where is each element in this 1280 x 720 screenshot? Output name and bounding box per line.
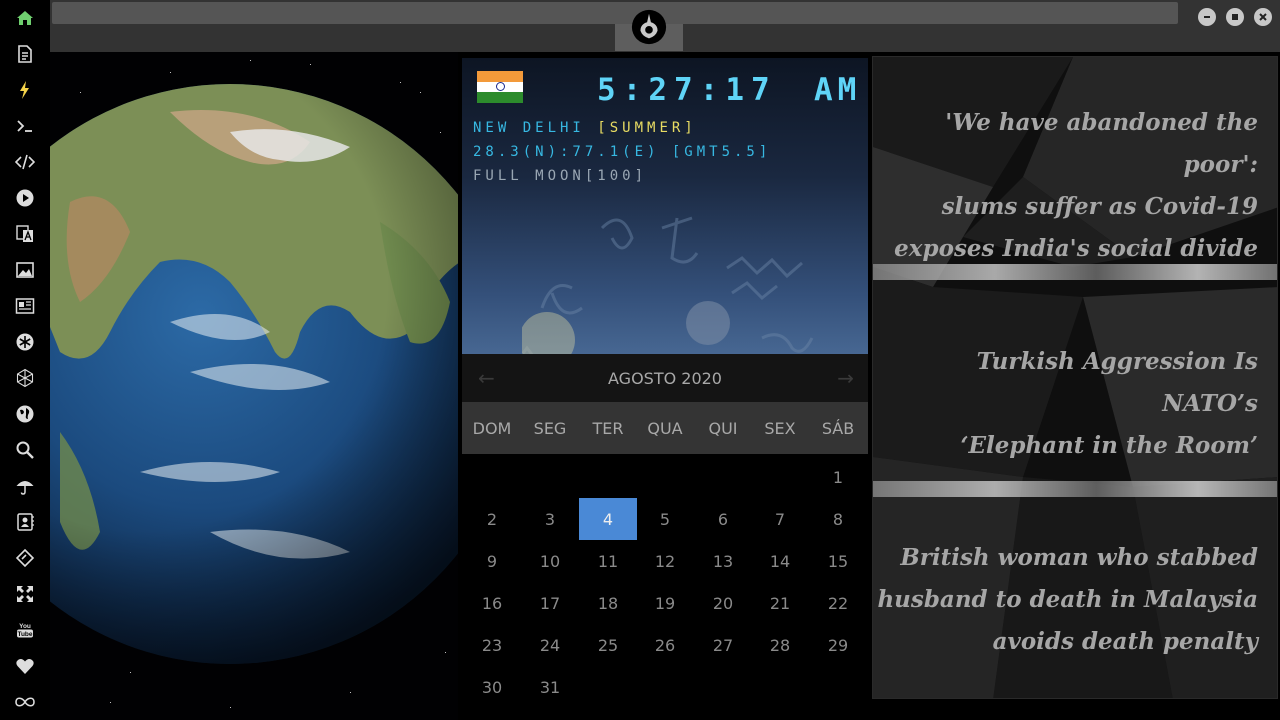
calendar-day[interactable]: 25: [579, 624, 637, 666]
calendar-day[interactable]: 9: [463, 540, 521, 582]
gear-badge-icon[interactable]: [12, 329, 38, 355]
calendar-day[interactable]: 26: [636, 624, 694, 666]
terminal-icon[interactable]: [12, 113, 38, 139]
calendar-day[interactable]: 14: [751, 540, 809, 582]
calendar-day[interactable]: 7: [751, 498, 809, 540]
news-headline[interactable]: Turkish Aggression Is NATO’s ‘Elephant i…: [873, 341, 1258, 467]
news-headline[interactable]: British woman who stabbed husband to dea…: [877, 537, 1258, 663]
divider-stripe: [873, 481, 1277, 497]
weekday: TER: [592, 418, 624, 438]
calendar-day[interactable]: 20: [694, 582, 752, 624]
heart-icon[interactable]: [12, 653, 38, 679]
maximize-icon[interactable]: [1226, 8, 1244, 26]
moon-phase: FULL MOON[100]: [473, 168, 648, 184]
calendar-day[interactable]: 10: [521, 540, 579, 582]
news-headline[interactable]: 'We have abandoned the poor': slums suff…: [873, 102, 1258, 270]
news-icon[interactable]: [12, 293, 38, 319]
weekday: QUA: [647, 418, 683, 438]
weekday-row: DOM SEG TER QUA QUI SEX SÁB: [462, 402, 868, 454]
svg-text:Tube: Tube: [17, 631, 32, 638]
headline-line: British woman who stabbed: [900, 544, 1258, 571]
weekday: DOM: [472, 418, 512, 438]
expand-icon[interactable]: [12, 581, 38, 607]
headline-line: avoids death penalty: [992, 628, 1258, 655]
calendar-day[interactable]: 11: [579, 540, 637, 582]
sidebar: You Tube: [0, 0, 48, 720]
image-icon[interactable]: [12, 257, 38, 283]
youtube-icon[interactable]: You Tube: [12, 617, 38, 643]
calendar-day[interactable]: 3: [521, 498, 579, 540]
earth-globe: [50, 84, 458, 664]
clock-time: 5:27:17: [597, 72, 777, 108]
svg-text:You: You: [19, 623, 31, 630]
calendar-day[interactable]: 15: [809, 540, 867, 582]
earth-view: [50, 52, 458, 720]
home-icon[interactable]: [12, 5, 38, 31]
translate-icon[interactable]: [12, 221, 38, 247]
world-clock: 5:27:17 AM NEW DELHI [SUMMER] 28.3(N):77…: [462, 58, 868, 354]
calendar-day[interactable]: 19: [636, 582, 694, 624]
calendar-day[interactable]: 29: [809, 624, 867, 666]
news-feed: 'We have abandoned the poor': slums suff…: [872, 56, 1278, 699]
weekday: SEX: [764, 418, 796, 438]
arrow-right-icon[interactable]: →: [837, 366, 854, 390]
search-icon[interactable]: [12, 437, 38, 463]
calendar-day[interactable]: 6: [694, 498, 752, 540]
lightning-icon[interactable]: [12, 77, 38, 103]
calendar-day[interactable]: 8: [809, 498, 867, 540]
calendar-day[interactable]: 16: [463, 582, 521, 624]
play-icon[interactable]: [12, 185, 38, 211]
document-icon[interactable]: [12, 41, 38, 67]
zodiac-decoration: [522, 216, 814, 354]
infinity-icon[interactable]: [12, 689, 38, 715]
calendar-header: ← AGOSTO 2020 →: [462, 354, 868, 402]
city-name: NEW DELHI: [473, 120, 585, 136]
weekday: SÁB: [821, 418, 855, 438]
calendar-month: AGOSTO 2020: [608, 368, 722, 388]
headline-line: slums suffer as Covid-19: [941, 193, 1258, 220]
code-icon[interactable]: [12, 149, 38, 175]
calendar-day[interactable]: 24: [521, 624, 579, 666]
headline-line: ‘Elephant in the Room’: [960, 432, 1258, 459]
rebel-alliance-icon: [631, 9, 667, 45]
india-flag-icon: [477, 71, 523, 103]
calendar-day[interactable]: 31: [521, 666, 579, 708]
calendar-day[interactable]: 1: [809, 456, 867, 498]
weekday: SEG: [533, 418, 567, 438]
weekday: QUI: [708, 418, 738, 438]
tag-icon[interactable]: [12, 545, 38, 571]
calendar-day-today[interactable]: 4: [579, 498, 637, 540]
calendar-day[interactable]: 28: [751, 624, 809, 666]
calendar-day[interactable]: 30: [463, 666, 521, 708]
calendar-day[interactable]: 27: [694, 624, 752, 666]
calendar-day[interactable]: 22: [809, 582, 867, 624]
calendar-day[interactable]: 13: [694, 540, 752, 582]
umbrella-icon[interactable]: [12, 473, 38, 499]
calendar-day[interactable]: 18: [579, 582, 637, 624]
address-bar[interactable]: [52, 2, 1178, 24]
close-icon[interactable]: [1254, 8, 1272, 26]
arrow-left-icon[interactable]: ←: [478, 366, 495, 390]
city-line: NEW DELHI [SUMMER]: [473, 120, 697, 136]
globe-icon[interactable]: [12, 401, 38, 427]
calendar-day[interactable]: 21: [751, 582, 809, 624]
headline-line: 'We have abandoned the poor':: [945, 109, 1258, 178]
season-label: [SUMMER]: [597, 120, 697, 136]
calendar-day[interactable]: 5: [636, 498, 694, 540]
calendar-day[interactable]: 2: [463, 498, 521, 540]
headline-line: exposes India's social divide: [894, 235, 1258, 262]
contacts-icon[interactable]: [12, 509, 38, 535]
headline-line: husband to death in Malaysia: [877, 586, 1258, 613]
calendar-day[interactable]: 12: [636, 540, 694, 582]
calendar-day[interactable]: 23: [463, 624, 521, 666]
coordinates: 28.3(N):77.1(E) [GMT5.5]: [473, 144, 772, 160]
minimize-icon[interactable]: [1198, 8, 1216, 26]
headline-line: Turkish Aggression Is NATO’s: [976, 348, 1258, 417]
calendar-day[interactable]: 17: [521, 582, 579, 624]
network-icon[interactable]: [12, 365, 38, 391]
clock-ampm: AM: [814, 72, 862, 108]
calendar: ← AGOSTO 2020 → DOM SEG TER QUA QUI SEX …: [462, 354, 868, 712]
